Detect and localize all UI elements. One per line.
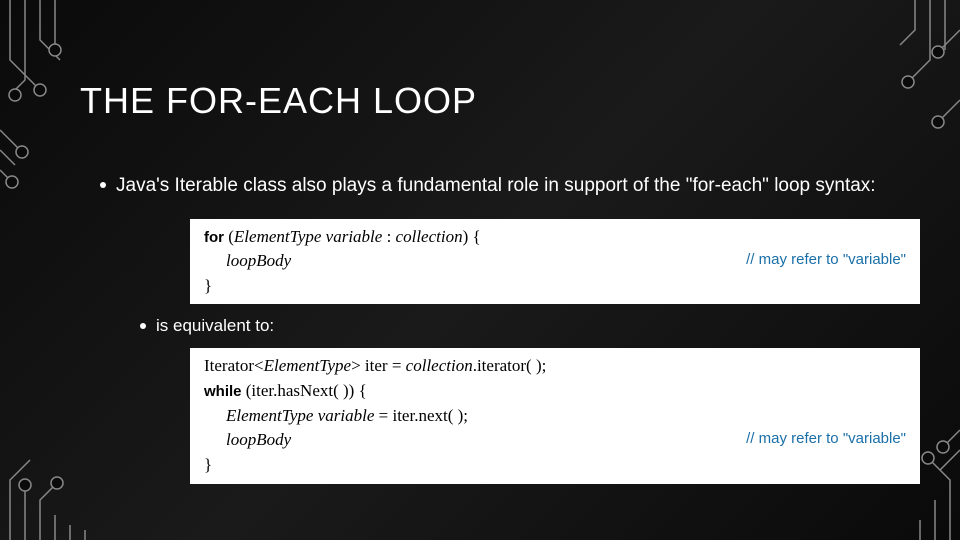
bullet-main-text: Java's Iterable class also plays a funda…	[116, 172, 876, 201]
bullet-dot-icon	[140, 323, 146, 329]
code-comment: // may refer to "variable"	[746, 428, 906, 450]
code-comment: // may refer to "variable"	[746, 249, 906, 271]
code-block-iterator: Iterator<ElementType> iter = collection.…	[190, 348, 920, 483]
slide-title: THE FOR-EACH LOOP	[80, 80, 930, 122]
slide-content: THE FOR-EACH LOOP Java's Iterable class …	[80, 80, 930, 484]
bullet-main: Java's Iterable class also plays a funda…	[100, 172, 930, 201]
code-block-foreach: for (ElementType variable : collection) …	[190, 219, 920, 305]
bullet-sub-text: is equivalent to:	[156, 316, 274, 336]
bullet-sub: is equivalent to:	[140, 316, 930, 336]
bullet-dot-icon	[100, 182, 106, 188]
